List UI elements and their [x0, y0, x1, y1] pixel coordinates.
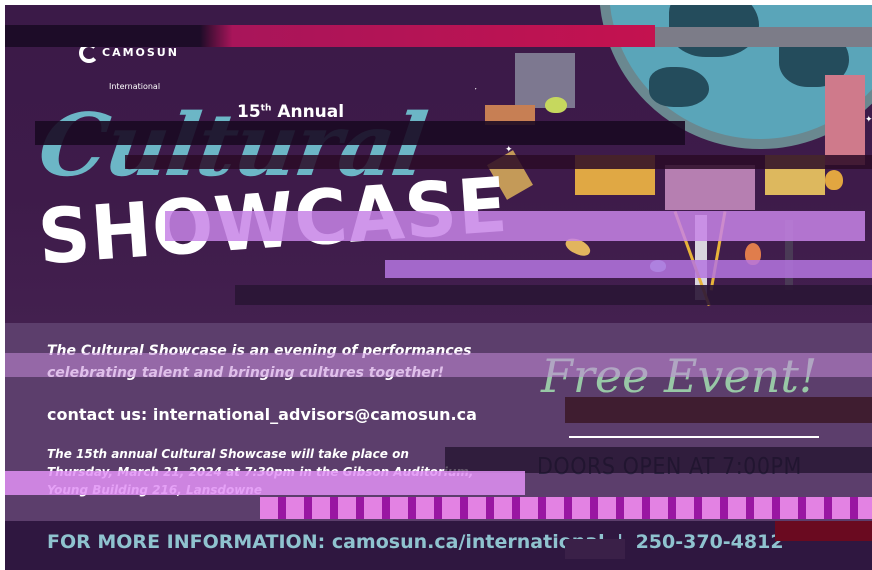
glitch-band: [235, 285, 872, 305]
balloon-icon: [825, 170, 843, 190]
glitch-band: [385, 260, 872, 278]
glitch-band: [260, 497, 872, 519]
glitch-band: [5, 353, 872, 377]
details-line: The 15th annual Cultural Showcase will t…: [47, 447, 409, 461]
star-icon: ✦: [865, 115, 872, 125]
glitch-band: [35, 121, 685, 145]
divider: [569, 436, 819, 438]
glitch-band: [565, 397, 872, 423]
glitch-band: [445, 447, 872, 473]
glitch-band: [565, 539, 625, 559]
footer-info: FOR MORE INFORMATION: camosun.ca/interna…: [47, 531, 784, 553]
glitch-band: [125, 155, 872, 169]
footer-website: camosun.ca/international: [331, 531, 605, 553]
continent-shape: [649, 67, 709, 107]
glitch-band: [655, 27, 872, 47]
footer-phone: 250-370-4812: [635, 531, 784, 553]
building-icon: [665, 165, 755, 210]
tower-icon: [515, 53, 575, 108]
star-icon: ✦: [505, 145, 513, 155]
footer-label: FOR MORE INFORMATION:: [47, 531, 326, 553]
logo-subtitle: International: [109, 82, 161, 91]
building-icon: [825, 75, 865, 165]
glitch-band: [5, 25, 655, 47]
glitch-band: [5, 471, 525, 495]
star-icon: ✦: [475, 85, 478, 95]
event-poster: ✦ ✦ ✦ CAMOSUN International 15th Annual …: [5, 5, 872, 570]
contact-label: contact us:: [47, 405, 148, 424]
logo-name: CAMOSUN: [102, 46, 179, 59]
balloon-icon: [545, 97, 567, 113]
contact-email: international_advisors@camosun.ca: [152, 405, 477, 424]
glitch-band: [165, 211, 865, 241]
glitch-band: [775, 521, 872, 541]
contact-line: contact us: international_advisors@camos…: [47, 405, 477, 424]
